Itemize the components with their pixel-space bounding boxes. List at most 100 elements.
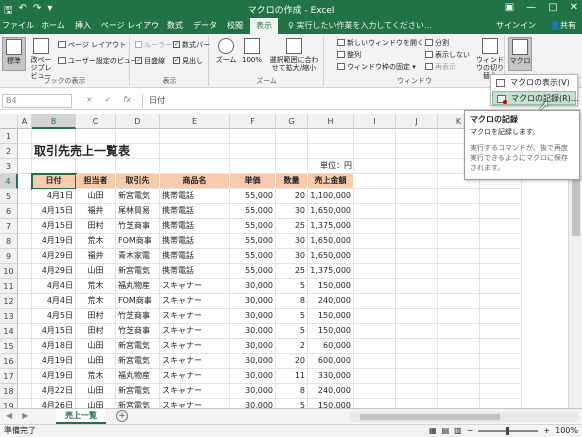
cell[interactable] xyxy=(438,294,480,309)
cell[interactable] xyxy=(480,204,522,219)
table-cell[interactable]: 5 xyxy=(276,324,308,339)
column-header-d[interactable]: D xyxy=(116,114,160,129)
cell[interactable] xyxy=(480,264,522,279)
cell[interactable] xyxy=(76,129,116,144)
table-cell[interactable]: 240,000 xyxy=(308,384,354,399)
table-cell[interactable]: 60,000 xyxy=(308,339,354,354)
table-cell[interactable]: 240,000 xyxy=(308,294,354,309)
cell[interactable] xyxy=(480,219,522,234)
table-cell[interactable]: 30,000 xyxy=(230,309,276,324)
column-header-h[interactable]: H xyxy=(308,114,354,129)
table-cell[interactable]: 4月15日 xyxy=(32,324,76,339)
table-cell[interactable]: 4月29日 xyxy=(32,264,76,279)
headings-checkbox[interactable]: 見出し xyxy=(173,55,203,67)
cell[interactable] xyxy=(18,324,32,339)
cell[interactable] xyxy=(18,144,32,159)
table-cell[interactable]: 新宮電気 xyxy=(116,384,160,399)
tab-review[interactable]: 校閲 xyxy=(224,18,246,34)
cell[interactable] xyxy=(18,339,32,354)
table-cell[interactable]: 11 xyxy=(276,369,308,384)
cell[interactable] xyxy=(396,129,438,144)
cell[interactable] xyxy=(438,399,480,408)
table-cell[interactable]: スキャナー xyxy=(160,294,230,309)
tab-home[interactable]: ホーム xyxy=(38,18,68,34)
row-header-7[interactable]: 7 xyxy=(0,219,18,234)
table-cell[interactable]: 2 xyxy=(276,339,308,354)
sheet-title[interactable]: 取引先売上一覧表 xyxy=(32,144,192,159)
cell[interactable] xyxy=(354,234,396,249)
page-layout-button[interactable]: ページ レイアウト xyxy=(58,40,126,51)
table-cell[interactable]: 1,650,000 xyxy=(308,234,354,249)
cell[interactable] xyxy=(480,384,522,399)
table-cell[interactable]: 55,000 xyxy=(230,219,276,234)
table-cell[interactable]: 20 xyxy=(276,354,308,369)
table-cell[interactable]: 4月26日 xyxy=(32,399,76,408)
table-header-cell[interactable]: 取引先 xyxy=(116,174,160,189)
cell[interactable] xyxy=(438,249,480,264)
cell[interactable] xyxy=(76,159,116,174)
row-header-4[interactable]: 4 xyxy=(0,174,18,189)
select-all-corner[interactable] xyxy=(0,114,18,129)
cell[interactable] xyxy=(160,129,230,144)
cell[interactable] xyxy=(396,219,438,234)
table-cell[interactable]: 福井 xyxy=(76,204,116,219)
cell[interactable] xyxy=(354,159,396,174)
row-header-3[interactable]: 3 xyxy=(0,159,18,174)
zoom-slider[interactable] xyxy=(478,427,539,435)
gridlines-checkbox[interactable]: 目盛線 xyxy=(135,55,165,67)
share-button[interactable]: 👤共有 xyxy=(550,18,576,34)
table-cell[interactable]: 携帯電話 xyxy=(160,249,230,264)
cell[interactable] xyxy=(18,354,32,369)
cell[interactable] xyxy=(354,279,396,294)
table-cell[interactable]: 150,000 xyxy=(308,279,354,294)
split-button[interactable]: 分割 xyxy=(425,38,449,49)
cell[interactable] xyxy=(18,264,32,279)
cell[interactable] xyxy=(396,324,438,339)
cell[interactable] xyxy=(354,129,396,144)
zoom-in-icon[interactable]: + xyxy=(543,425,550,437)
cell[interactable] xyxy=(18,309,32,324)
table-cell[interactable]: 30,000 xyxy=(230,294,276,309)
table-cell[interactable]: 4月15日 xyxy=(32,204,76,219)
cell[interactable] xyxy=(18,369,32,384)
row-header-16[interactable]: 16 xyxy=(0,354,18,369)
table-cell[interactable]: スキャナー xyxy=(160,279,230,294)
table-cell[interactable]: 福丸物産 xyxy=(116,279,160,294)
table-cell[interactable]: 8 xyxy=(276,294,308,309)
row-header-17[interactable]: 17 xyxy=(0,369,18,384)
column-header-a[interactable]: A xyxy=(18,114,32,129)
cell[interactable] xyxy=(480,399,522,408)
tab-page-layout[interactable]: ページ レイアウト xyxy=(98,18,162,46)
table-cell[interactable]: 福丸物産 xyxy=(116,369,160,384)
column-header-c[interactable]: C xyxy=(76,114,116,129)
table-cell[interactable]: 30 xyxy=(276,234,308,249)
table-cell[interactable]: 1,100,000 xyxy=(308,189,354,204)
cell[interactable] xyxy=(354,339,396,354)
cell[interactable] xyxy=(396,309,438,324)
table-cell[interactable]: 1,650,000 xyxy=(308,249,354,264)
cell[interactable] xyxy=(18,159,32,174)
cell[interactable] xyxy=(438,309,480,324)
table-cell[interactable]: 20 xyxy=(276,189,308,204)
view-macros-item[interactable]: マクロの表示(V) xyxy=(492,76,576,90)
insert-function-icon[interactable]: fx xyxy=(123,95,131,104)
cell[interactable] xyxy=(480,279,522,294)
table-header-cell[interactable]: 日付 xyxy=(31,173,77,190)
cell[interactable] xyxy=(354,144,396,159)
page-break-status-icon[interactable]: ▥ xyxy=(454,425,462,437)
unit-label[interactable]: 単位：円 xyxy=(276,159,354,174)
tell-me-search[interactable]: ♀ 実行したい作業を入力してください... xyxy=(288,20,432,32)
switch-windows-button[interactable]: ウィンドウの切り替え xyxy=(475,37,505,80)
freeze-panes-button[interactable]: ウィンドウ枠の固定 ▾ xyxy=(337,62,416,73)
table-cell[interactable]: 4月29日 xyxy=(32,249,76,264)
record-macro-item[interactable]: マクロの記録(R)... xyxy=(492,91,578,105)
cell[interactable] xyxy=(438,354,480,369)
table-cell[interactable]: 山田 xyxy=(76,189,116,204)
table-cell[interactable]: 4月19日 xyxy=(32,369,76,384)
row-header-5[interactable]: 5 xyxy=(0,189,18,204)
close-icon[interactable]: ✕ xyxy=(570,2,578,13)
table-cell[interactable]: 30,000 xyxy=(230,339,276,354)
table-cell[interactable]: 青木家電 xyxy=(116,249,160,264)
row-header-11[interactable]: 11 xyxy=(0,279,18,294)
table-cell[interactable]: 55,000 xyxy=(230,204,276,219)
